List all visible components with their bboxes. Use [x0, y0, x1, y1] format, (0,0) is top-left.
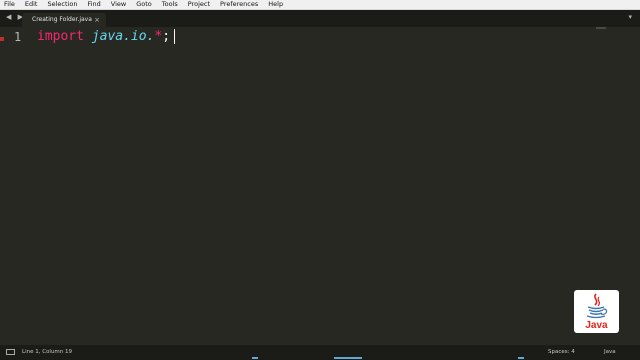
taskbar-hint [334, 357, 362, 359]
minimap-viewport[interactable] [596, 27, 606, 29]
menu-view[interactable]: View [106, 0, 131, 9]
line-gutter: 1 [0, 27, 30, 345]
menu-edit[interactable]: Edit [20, 0, 43, 9]
java-cup-icon: Java [585, 293, 608, 331]
semicolon-token: ; [162, 29, 171, 44]
panel-toggle-icon[interactable] [6, 349, 15, 355]
menu-find[interactable]: Find [82, 0, 105, 9]
menu-bar: File Edit Selection Find View Goto Tools… [0, 0, 640, 10]
code-editor[interactable]: 1 import java.io.*; [0, 27, 640, 345]
tab-label: Creating Folder.java [32, 16, 92, 23]
chevron-down-icon[interactable]: ▾ [628, 13, 632, 21]
bookmark-marker [0, 37, 4, 41]
package-token: java.io. [91, 29, 155, 44]
close-icon[interactable]: × [94, 13, 100, 27]
menu-file[interactable]: File [0, 0, 20, 9]
menu-goto[interactable]: Goto [131, 0, 157, 9]
tab-bar: ◀ ▶ Creating Folder.java × ▾ [0, 10, 640, 27]
java-logo: Java [574, 290, 619, 333]
code-line[interactable]: import java.io.*; [37, 29, 176, 45]
line-number: 1 [14, 30, 22, 44]
menu-help[interactable]: Help [263, 0, 288, 9]
tab-creating-folder-java[interactable]: Creating Folder.java × [22, 13, 106, 27]
text-cursor [174, 29, 176, 44]
keyword-token: import [37, 29, 84, 44]
menu-preferences[interactable]: Preferences [215, 0, 263, 9]
menu-selection[interactable]: Selection [42, 0, 82, 9]
taskbar-hint [518, 357, 524, 359]
taskbar-hint [252, 357, 258, 359]
menu-project[interactable]: Project [183, 0, 215, 9]
menu-tools[interactable]: Tools [157, 0, 183, 9]
java-logo-text: Java [585, 320, 608, 331]
